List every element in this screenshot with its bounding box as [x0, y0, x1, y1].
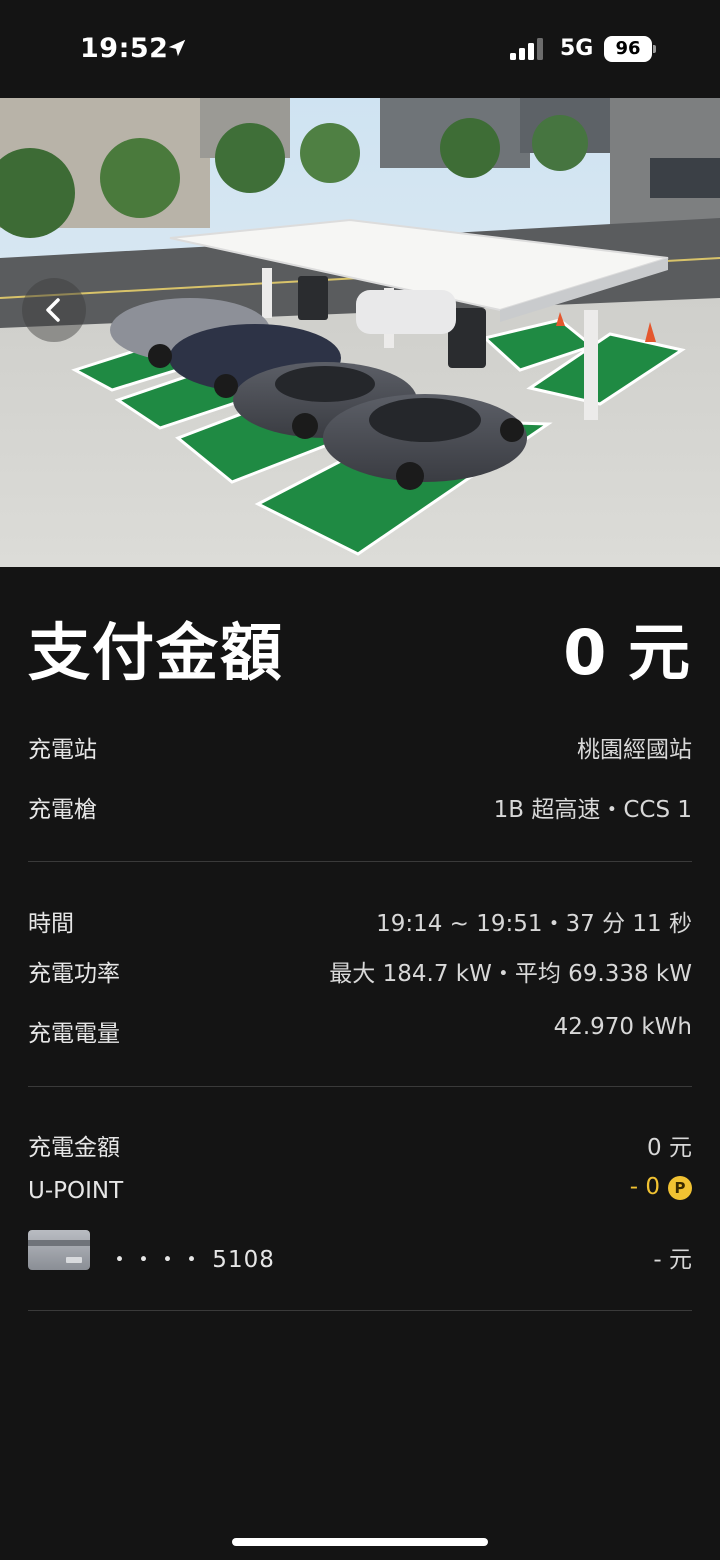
- card-number: ・・・・ 5108: [108, 1247, 275, 1273]
- time-row: 時間 19:14 ~ 19:51・37 分 11 秒: [28, 904, 692, 944]
- battery-icon: 96: [604, 36, 656, 62]
- upoint-label: U-POINT: [28, 1178, 124, 1204]
- station-label: 充電站: [28, 737, 97, 763]
- payment-title: 支付金額: [28, 616, 285, 689]
- network-type: 5G: [560, 36, 594, 61]
- gun-label: 充電槍: [28, 797, 97, 823]
- upoint-coin-icon: P: [668, 1176, 692, 1200]
- station-row: 充電站 桃園經國站: [28, 730, 692, 770]
- divider: [28, 1310, 692, 1311]
- chevron-left-icon: [46, 298, 60, 322]
- card-row: ・・・・ 5108 - 元: [28, 1230, 692, 1280]
- battery-level: 96: [604, 36, 652, 62]
- energy-row: 充電電量 42.970 kWh: [28, 1014, 692, 1054]
- divider: [28, 1086, 692, 1087]
- power-value: 最大 184.7 kW・平均 69.338 kW: [329, 961, 692, 987]
- gun-row: 充電槍 1B 超高速・CCS 1: [28, 790, 692, 830]
- time-label: 時間: [28, 911, 74, 937]
- location-arrow-icon: [168, 39, 186, 57]
- charge-amount-label: 充電金額: [28, 1135, 120, 1161]
- station-photo: [0, 98, 720, 567]
- upoint-row: U-POINT - 0 P: [28, 1174, 692, 1218]
- home-indicator[interactable]: [232, 1538, 488, 1546]
- energy-label: 充電電量: [28, 1021, 120, 1047]
- charging-station-illustration: [0, 98, 720, 567]
- charge-amount-value: 0 元: [647, 1135, 692, 1161]
- time-value: 19:14 ~ 19:51・37 分 11 秒: [376, 911, 692, 937]
- divider: [28, 861, 692, 862]
- power-label: 充電功率: [28, 961, 120, 987]
- payment-total: 0 元: [563, 616, 690, 689]
- status-bar: 19:52 5G 96: [0, 0, 720, 98]
- credit-card-icon: [28, 1230, 90, 1270]
- charge-amount-row: 充電金額 0 元: [28, 1128, 692, 1168]
- back-button[interactable]: [22, 278, 86, 342]
- gun-value: 1B 超高速・CCS 1: [493, 797, 692, 823]
- upoint-value-wrap: - 0 P: [630, 1174, 692, 1200]
- card-amount-value: - 元: [653, 1247, 692, 1273]
- energy-value: 42.970 kWh: [553, 1014, 692, 1040]
- status-time: 19:52: [80, 33, 169, 64]
- cellular-signal-icon: [510, 38, 543, 60]
- station-value: 桃園經國站: [577, 737, 692, 763]
- upoint-value: - 0: [629, 1174, 660, 1200]
- power-row: 充電功率 最大 184.7 kW・平均 69.338 kW: [28, 954, 692, 994]
